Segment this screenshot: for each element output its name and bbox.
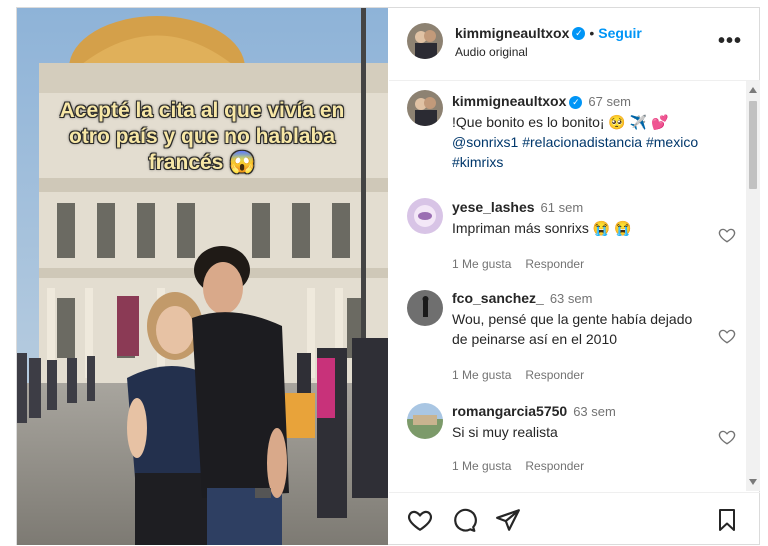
caption-username[interactable]: kimmigneaultxox (452, 93, 566, 109)
comment-text: Si si muy realista (452, 424, 558, 440)
comment-text: Wou, pensé que la gente había dejado de … (452, 311, 693, 347)
comment-username[interactable]: yese_lashes (452, 199, 535, 215)
comment-avatar[interactable] (407, 403, 443, 439)
comments-list[interactable]: kimmigneaultxox ✓ 67 sem !Que bonito es lo… (389, 81, 746, 491)
like-heart-icon[interactable] (718, 327, 736, 345)
video-frame-image (17, 8, 388, 545)
avatar-image (407, 90, 443, 126)
comment-icon[interactable] (451, 507, 477, 533)
post-side-panel: kimmigneaultxox ✓ • Seguir Audio original •… (389, 8, 760, 545)
instagram-post: Acepté la cita al que vivía en otro país… (16, 7, 760, 545)
reply-button[interactable]: Responder (525, 257, 584, 271)
comment-avatar[interactable] (407, 198, 443, 234)
caption-text: !Que bonito es lo bonito¡ 🥺 ✈️ 💕 (452, 114, 669, 130)
like-icon[interactable] (407, 507, 433, 533)
avatar-image (407, 290, 443, 326)
post-header: kimmigneaultxox ✓ • Seguir Audio original •… (389, 8, 760, 81)
avatar-image (407, 403, 443, 439)
save-bookmark-icon[interactable] (715, 507, 739, 533)
comment-time[interactable]: 63 sem (573, 404, 616, 419)
comment-username[interactable]: fco_sanchez_ (452, 290, 544, 306)
comments-scrollbar[interactable] (746, 81, 760, 491)
avatar-image (407, 198, 443, 234)
reply-button[interactable]: Responder (525, 459, 584, 473)
comment-likes[interactable]: 1 Me gusta (452, 368, 511, 382)
caption-avatar[interactable] (407, 90, 443, 126)
scroll-up-arrow-icon[interactable] (749, 87, 757, 93)
follow-button[interactable]: Seguir (598, 25, 642, 41)
separator-dot: • (589, 25, 595, 41)
comment-time[interactable]: 61 sem (541, 200, 584, 215)
author-avatar[interactable] (407, 23, 443, 59)
comment-text: Impriman más sonrixs 😭 😭 (452, 220, 632, 236)
verified-badge-icon: ✓ (569, 95, 583, 109)
verified-badge-icon: ✓ (572, 27, 586, 41)
video-overlay-text: Acepté la cita al que vivía en otro país… (59, 99, 345, 174)
audio-label[interactable]: Audio original (455, 45, 528, 59)
more-options-icon[interactable]: ••• (718, 30, 742, 53)
share-icon[interactable] (495, 507, 521, 533)
comment-time[interactable]: 63 sem (550, 291, 593, 306)
comment-avatar[interactable] (407, 290, 443, 326)
author-username[interactable]: kimmigneaultxox (455, 25, 569, 41)
scrollbar-thumb[interactable] (749, 101, 757, 189)
comment-likes[interactable]: 1 Me gusta (452, 257, 511, 271)
scroll-down-arrow-icon[interactable] (749, 479, 757, 485)
avatar-image (407, 23, 443, 59)
comment-likes[interactable]: 1 Me gusta (452, 459, 511, 473)
comment-username[interactable]: romangarcia5750 (452, 403, 567, 419)
reply-button[interactable]: Responder (525, 368, 584, 382)
caption-time[interactable]: 67 sem (588, 94, 631, 109)
caption-mention[interactable]: @sonrixs1 (452, 134, 518, 150)
like-heart-icon[interactable] (718, 428, 736, 446)
like-heart-icon[interactable] (718, 226, 736, 244)
post-action-bar (389, 492, 760, 546)
post-video[interactable]: Acepté la cita al que vivía en otro país… (17, 8, 388, 545)
